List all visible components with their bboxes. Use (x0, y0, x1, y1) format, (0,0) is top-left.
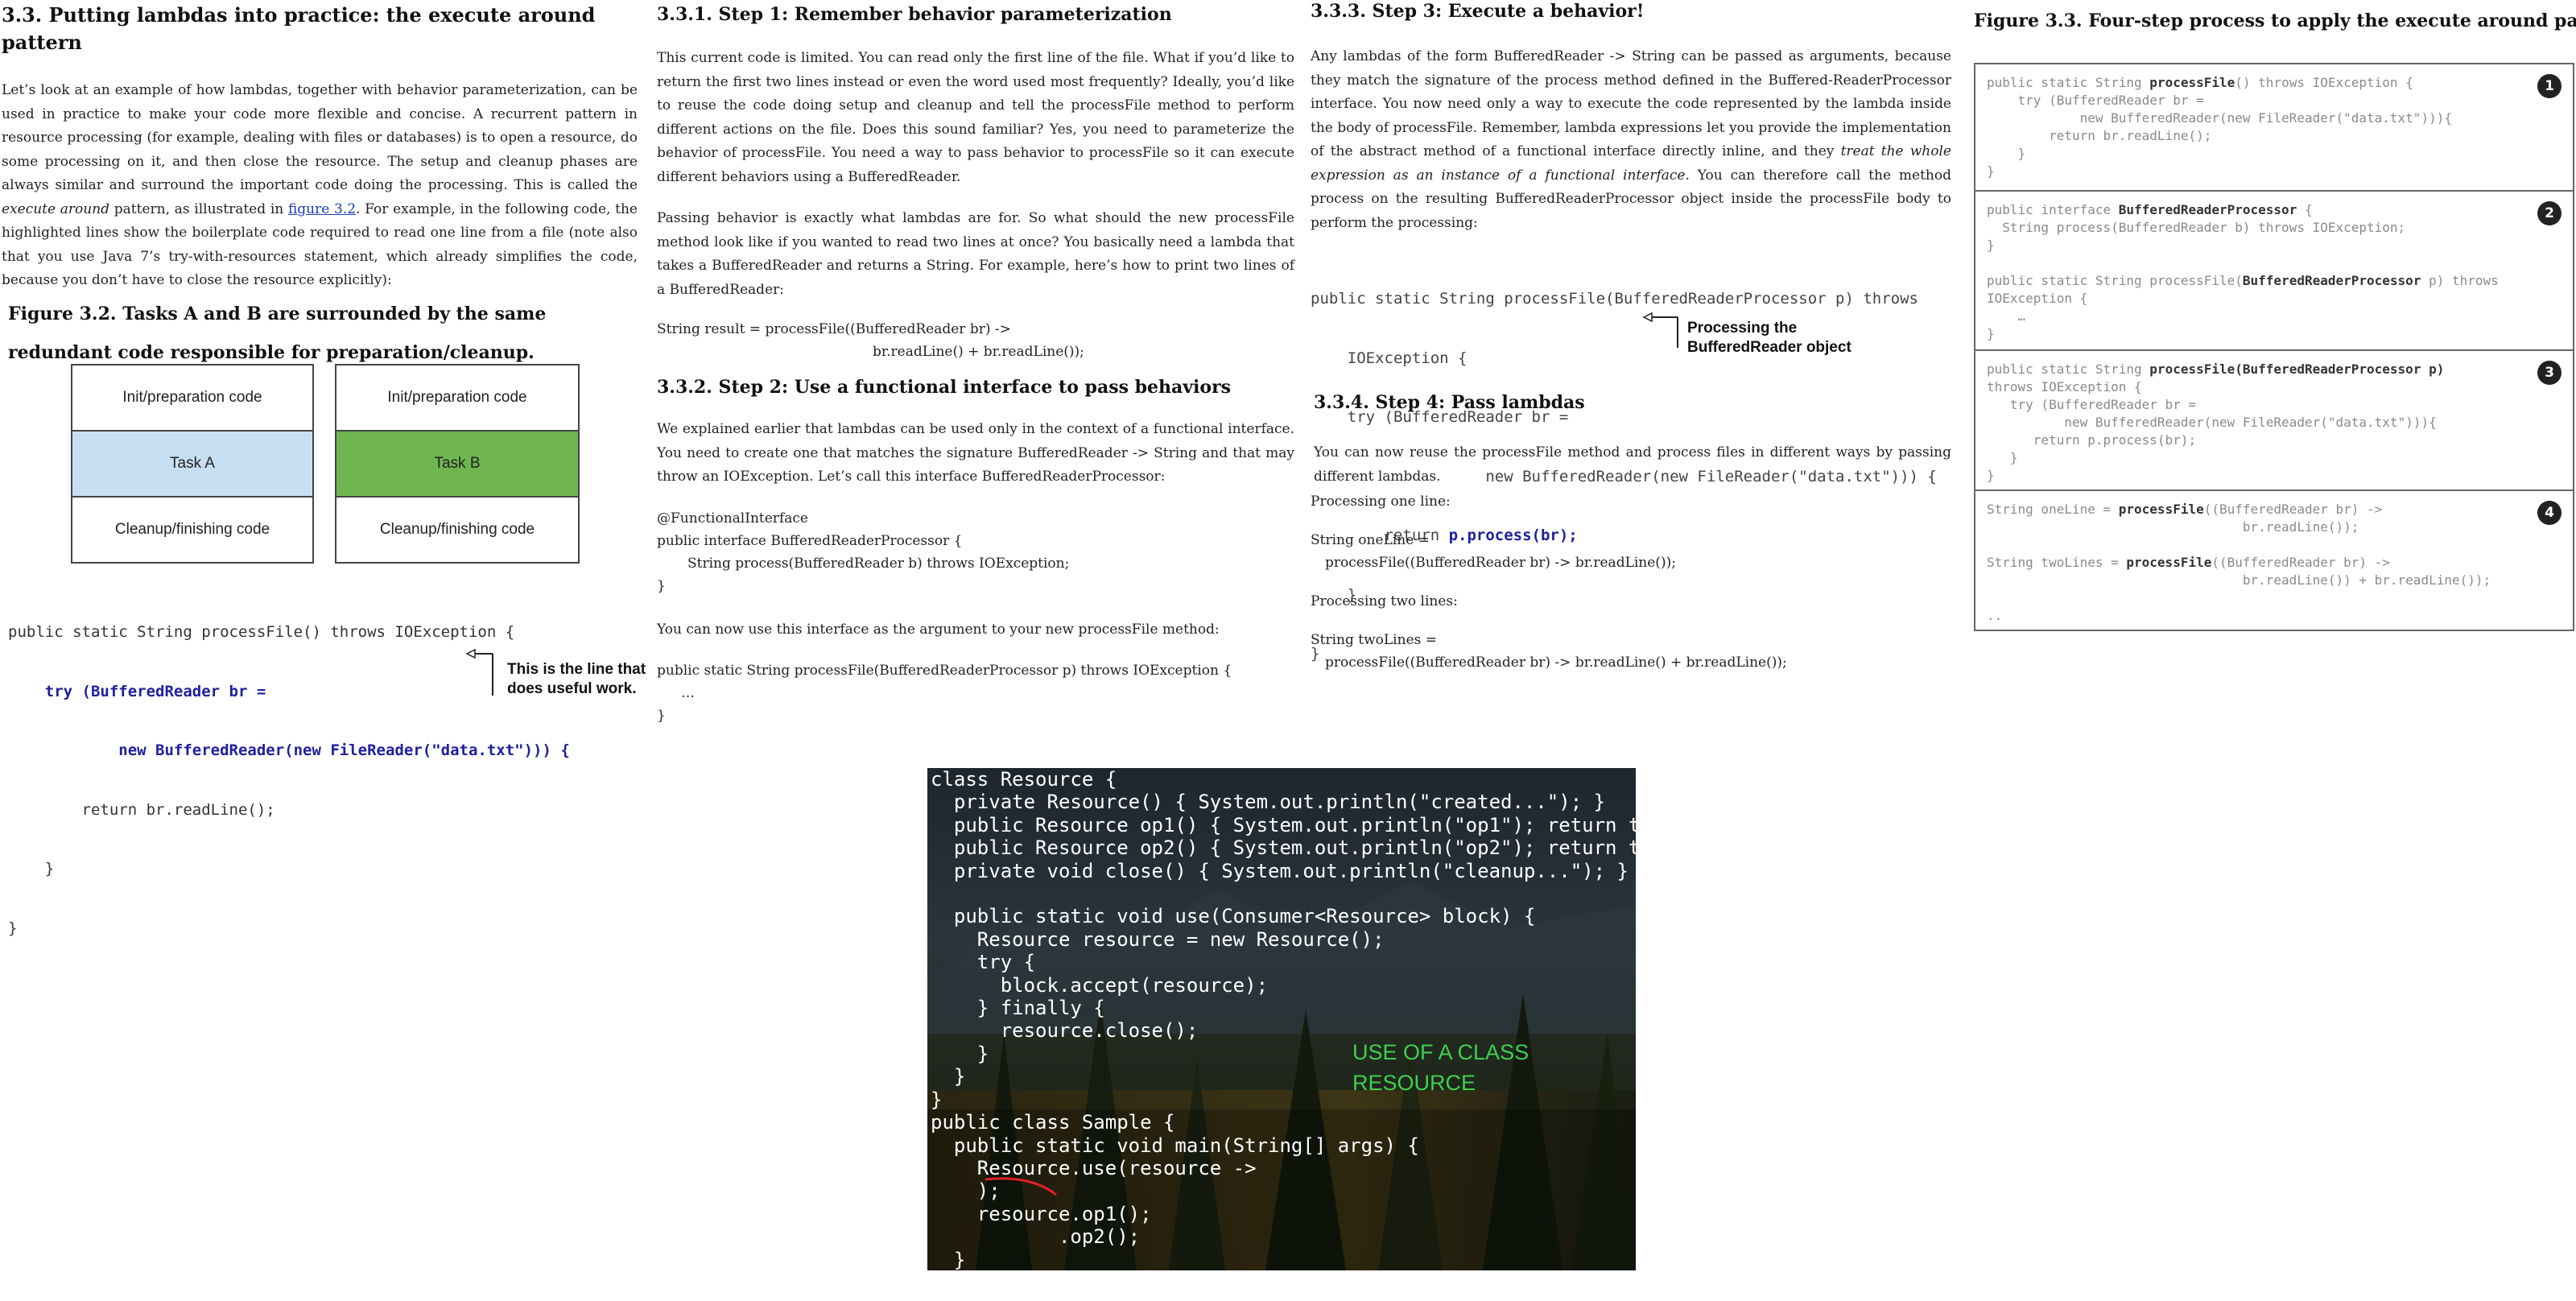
two-lines-decl: String twoLines = (1311, 632, 1438, 648)
section-3-3-3: 3.3.3. Step 3: Execute a behavior! Any l… (1311, 0, 1951, 704)
step-panel-1: 1 public static String processFile() thr… (1974, 63, 2574, 192)
step-badge-3: 3 (2537, 361, 2562, 385)
task-b-box: Task B (335, 430, 580, 498)
two-lines-call: processFile((BufferedReader br) -> br.re… (1325, 655, 1787, 671)
task-a-box: Task A (71, 430, 314, 498)
two-lines-example-cont: br.readLine() + br.readLine()); (873, 344, 1084, 360)
step-2-paragraph-2: You can now use this interface as the ar… (657, 621, 1220, 638)
figure-3-3-caption: Figure 3.3. Four-step process to apply t… (1974, 10, 2576, 31)
section-3-3-1: 3.3.1. Step 1: Remember behavior paramet… (657, 0, 1294, 727)
resource-class-code: class Resource { private Resource() { Sy… (931, 768, 1636, 1270)
init-box-b: Init/preparation code (335, 364, 580, 432)
step-1-paragraph-2: Passing behavior is exactly what lambdas… (657, 210, 1294, 298)
one-line-decl: String oneLine = (1311, 532, 1430, 548)
cleanup-box-b: Cleanup/finishing code (335, 496, 580, 564)
one-line-label: Processing one line: (1311, 494, 1451, 510)
interface-method: String process(BufferedReader b) throws … (687, 555, 1070, 572)
intro-paragraph: Let’s look at an example of how lambdas,… (2, 82, 638, 288)
step-panel-4: 4 String oneLine = processFile((Buffered… (1974, 489, 2574, 631)
cleanup-box-a: Cleanup/finishing code (71, 496, 314, 564)
step-badge-1: 1 (2537, 74, 2562, 98)
useful-work-annotation: This is the line that does useful work. (507, 661, 646, 697)
process-file-signature: public static String processFile(Buffere… (657, 663, 1232, 679)
step-4-heading: 3.3.4. Step 4: Pass lambdas (1314, 392, 1585, 413)
section-3-3: 3.3. Putting lambdas into practice: the … (2, 0, 646, 937)
process-file-code: public static String processFile() throw… (8, 623, 570, 937)
callout-arrow-2 (1642, 312, 1678, 348)
step-1-paragraph: This current code is limited. You can re… (657, 50, 1294, 185)
step-badge-2: 2 (2537, 201, 2562, 225)
init-box-a: Init/preparation code (71, 364, 314, 432)
process-file-body: … (681, 685, 695, 701)
step-3-heading: 3.3.3. Step 3: Execute a behavior! (1311, 1, 1645, 22)
use-of-resource-label: USE OF A CLASS RESOURCE (1352, 1040, 1530, 1095)
figure-3-2-diagram: Init/preparation code Task A Cleanup/fin… (2, 364, 638, 565)
step-panel-3: 3 public static String processFile(Buffe… (1974, 349, 2574, 491)
step-badge-4: 4 (2537, 501, 2562, 525)
figure-3-2-caption: Figure 3.2. Tasks A and B are surrounded… (8, 303, 547, 363)
processing-annotation: Processing the BufferedReader object (1687, 320, 1852, 356)
interface-close: } (657, 577, 666, 594)
step-1-heading: 3.3.1. Step 1: Remember behavior paramet… (657, 4, 1172, 25)
step-3-paragraph: Any lambdas of the form BufferedReader -… (1311, 48, 1951, 231)
interface-annotation: @FunctionalInterface (657, 510, 808, 527)
resource-code-photo: class Resource { private Resource() { Sy… (927, 768, 1636, 1270)
figure-3-3: Figure 3.3. Four-step process to apply t… (1974, 0, 2576, 631)
step-2-paragraph: We explained earlier that lambdas can be… (657, 421, 1294, 485)
one-line-call: processFile((BufferedReader br) -> br.re… (1325, 555, 1676, 571)
callout-arrow (465, 649, 493, 696)
process-file-close: } (657, 708, 666, 724)
step-4-paragraph: You can now reuse the processFile method… (1314, 444, 1951, 485)
interface-declaration: public interface BufferedReaderProcessor… (657, 532, 963, 549)
step-2-heading: 3.3.2. Step 2: Use a functional interfac… (657, 377, 1232, 398)
two-lines-label: Processing two lines: (1311, 593, 1458, 609)
section-heading: 3.3. Putting lambdas into practice: the … (2, 3, 596, 54)
step-panel-2: 2 public interface BufferedReaderProcess… (1974, 190, 2574, 351)
two-lines-example: String result = processFile((BufferedRea… (657, 321, 1011, 337)
figure-3-2-link[interactable]: figure 3.2 (288, 201, 356, 217)
